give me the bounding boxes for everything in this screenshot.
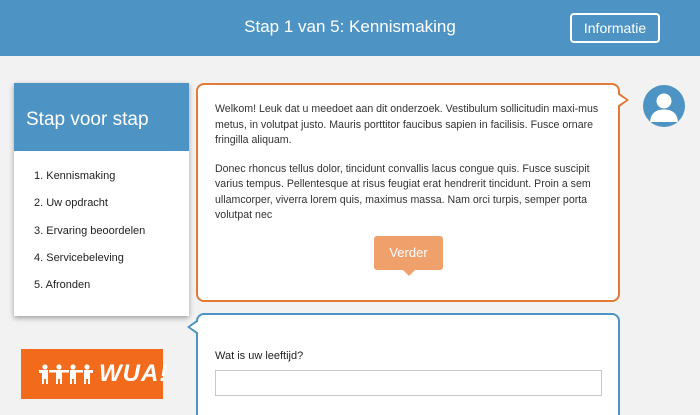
user-avatar-icon (643, 85, 685, 127)
age-input[interactable] (215, 370, 602, 396)
step-list: 1. Kennismaking 2. Uw opdracht 3. Ervari… (14, 151, 189, 299)
info-button[interactable]: Informatie (570, 13, 660, 43)
step-item-ervaring[interactable]: 3. Ervaring beoordelen (34, 218, 189, 245)
bubble-tail-inner (617, 94, 626, 106)
message-paragraph-1: Welkom! Leuk dat u meedoet aan dit onder… (215, 103, 599, 146)
question-bubble: Wat is uw leeftijd? (187, 313, 620, 415)
step-sidebar: Stap voor stap 1. Kennismaking 2. Uw opd… (14, 83, 189, 316)
step-item-kennismaking[interactable]: 1. Kennismaking (34, 163, 189, 190)
message-bubble: Welkom! Leuk dat u meedoet aan dit onder… (196, 83, 629, 302)
step-item-afronden[interactable]: 5. Afronden (34, 272, 189, 299)
step-item-opdracht[interactable]: 2. Uw opdracht (34, 190, 189, 217)
sidebar-title: Stap voor stap (14, 83, 189, 151)
step-item-servicebeleving[interactable]: 4. Servicebeleving (34, 245, 189, 272)
age-question-label: Wat is uw leeftijd? (215, 350, 304, 362)
question-bubble-tail-inner (190, 321, 199, 333)
wua-people-icon (39, 364, 93, 384)
message-paragraph-2: Donec rhoncus tellus dolor, tincidunt co… (215, 162, 591, 222)
top-bar: Stap 1 van 5: Kennismaking Informatie (0, 0, 700, 56)
wua-logo: WUA! (21, 349, 167, 399)
message-text: Welkom! Leuk dat u meedoet aan dit onder… (215, 102, 603, 224)
logo-text: WUA! (99, 360, 169, 387)
next-button[interactable]: Verder (374, 236, 443, 276)
